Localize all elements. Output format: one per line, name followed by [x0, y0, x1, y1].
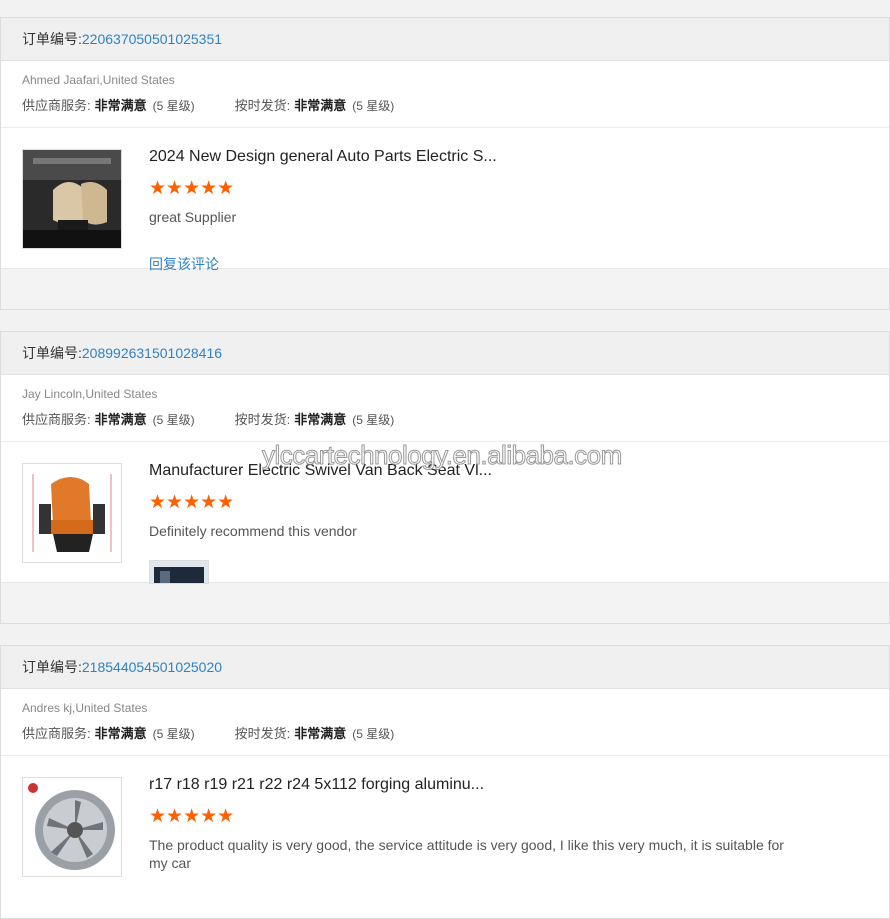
- shipping-label: 按时发货:: [234, 726, 291, 741]
- review-text: The product quality is very good, the se…: [149, 837, 784, 871]
- supplier-service-level: (5 星级): [152, 727, 195, 741]
- order-header: 订单编号: 220637050501025351: [1, 18, 889, 61]
- shipping-level: (5 星级): [352, 413, 395, 427]
- order-label: 订单编号:: [22, 345, 82, 361]
- review-card: 订单编号: 220637050501025351 Ahmed Jaafari,Un…: [0, 17, 890, 310]
- ratings-row: 供应商服务: 非常满意 (5 星级) 按时发货: 非常满意 (5 星级): [22, 409, 434, 428]
- supplier-service-level: (5 星级): [152, 99, 195, 113]
- order-number-link[interactable]: 218544054501025020: [82, 659, 222, 675]
- product-title[interactable]: r17 r18 r19 r21 r22 r24 5x112 forging al…: [149, 776, 484, 794]
- supplier-service-rating: 供应商服务: 非常满意 (5 星级): [22, 95, 195, 114]
- supplier-service-value: 非常满意: [94, 726, 147, 741]
- review-photo-thumbnail[interactable]: [149, 560, 209, 584]
- on-time-shipping-rating: 按时发货: 非常满意 (5 星级): [235, 95, 395, 114]
- star-icons: ★★★★★: [149, 492, 235, 513]
- buyer-name: Jay Lincoln,United States: [22, 387, 158, 401]
- supplier-service-level: (5 星级): [152, 413, 195, 427]
- product-title[interactable]: 2024 New Design general Auto Parts Elect…: [149, 148, 497, 166]
- shipping-label: 按时发货:: [234, 412, 291, 427]
- star-rating: ★★★★★: [149, 493, 234, 512]
- review-text: great Supplier: [149, 209, 237, 225]
- reply-link[interactable]: 回复该评论: [149, 254, 219, 274]
- shipping-value: 非常满意: [294, 98, 347, 113]
- order-header: 订单编号: 208992631501028416: [1, 332, 889, 375]
- ratings-row: 供应商服务: 非常满意 (5 星级) 按时发货: 非常满意 (5 星级): [22, 95, 434, 114]
- supplier-service-value: 非常满意: [94, 98, 147, 113]
- supplier-service-rating: 供应商服务: 非常满意 (5 星级): [22, 409, 195, 428]
- star-icons: ★★★★★: [149, 806, 235, 827]
- on-time-shipping-rating: 按时发货: 非常满意 (5 星级): [235, 723, 395, 742]
- product-thumbnail[interactable]: [22, 463, 122, 563]
- product-thumbnail[interactable]: [22, 777, 122, 877]
- star-rating: ★★★★★: [149, 807, 234, 826]
- review-meta: Ahmed Jaafari,United States 供应商服务: 非常满意 (5…: [1, 61, 889, 128]
- review-card: 订单编号: 208992631501028416 Jay Lincoln,Unit…: [0, 331, 890, 624]
- order-header: 订单编号: 218544054501025020: [1, 646, 889, 689]
- review-card: 订单编号: 218544054501025020 Andres kj,United…: [0, 645, 890, 919]
- product-thumbnail[interactable]: [22, 149, 122, 249]
- order-number-link[interactable]: 220637050501025351: [82, 31, 222, 47]
- star-rating: ★★★★★: [149, 179, 234, 198]
- shipping-value: 非常满意: [294, 412, 347, 427]
- supplier-service-label: 供应商服务:: [22, 98, 91, 113]
- order-label: 订单编号:: [22, 659, 82, 675]
- review-meta: Andres kj,United States 供应商服务: 非常满意 (5 星级)…: [1, 689, 889, 756]
- review-body: r17 r18 r19 r21 r22 r24 5x112 forging al…: [1, 756, 889, 896]
- review-body: Manufacturer Electric Swivel Van Back Se…: [1, 442, 889, 584]
- order-number-link[interactable]: 208992631501028416: [82, 345, 222, 361]
- buyer-name: Ahmed Jaafari,United States: [22, 73, 175, 87]
- ratings-row: 供应商服务: 非常满意 (5 星级) 按时发货: 非常满意 (5 星级): [22, 723, 434, 742]
- shipping-level: (5 星级): [352, 727, 395, 741]
- product-title[interactable]: Manufacturer Electric Swivel Van Back Se…: [149, 462, 492, 480]
- card-footer: [1, 268, 889, 309]
- supplier-service-label: 供应商服务:: [22, 726, 91, 741]
- shipping-label: 按时发货:: [234, 98, 291, 113]
- supplier-service-rating: 供应商服务: 非常满意 (5 星级): [22, 723, 195, 742]
- review-text: Definitely recommend this vendor: [149, 523, 357, 539]
- star-icons: ★★★★★: [149, 178, 235, 199]
- shipping-value: 非常满意: [294, 726, 347, 741]
- buyer-name: Andres kj,United States: [22, 701, 148, 715]
- card-footer: [1, 582, 889, 623]
- review-meta: Jay Lincoln,United States 供应商服务: 非常满意 (5 星…: [1, 375, 889, 442]
- review-body: 2024 New Design general Auto Parts Elect…: [1, 128, 889, 272]
- order-label: 订单编号:: [22, 31, 82, 47]
- on-time-shipping-rating: 按时发货: 非常满意 (5 星级): [235, 409, 395, 428]
- supplier-service-value: 非常满意: [94, 412, 147, 427]
- shipping-level: (5 星级): [352, 99, 395, 113]
- supplier-service-label: 供应商服务:: [22, 412, 91, 427]
